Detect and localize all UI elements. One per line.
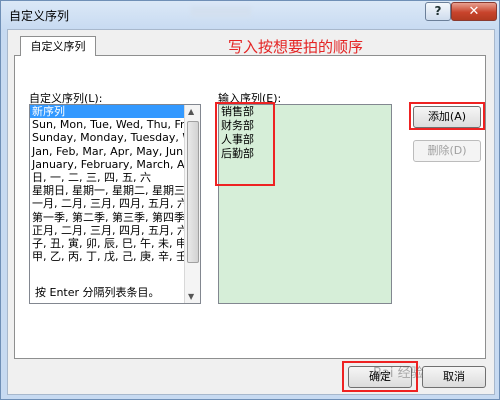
list-scrollbar[interactable]: ▲ ▼ (184, 105, 200, 303)
close-button[interactable]: ✕ (451, 2, 497, 21)
list-item[interactable]: Jan, Feb, Mar, Apr, May, Jun, Ju (30, 145, 200, 158)
custom-lists-listbox[interactable]: 新序列 Sun, Mon, Tue, Wed, Thu, Fri, Sa Sunda… (29, 104, 201, 304)
add-highlight-box (409, 102, 485, 130)
list-item[interactable]: Sun, Mon, Tue, Wed, Thu, Fri, Sa (30, 118, 200, 131)
list-item[interactable]: 一月, 二月, 三月, 四月, 五月, 六月, (30, 197, 200, 210)
hint-text: 按 Enter 分隔列表条目。 (35, 286, 160, 299)
tab-panel: 自定义序列(L): 新序列 Sun, Mon, Tue, Wed, Thu, Fr… (14, 55, 486, 359)
scroll-thumb[interactable] (187, 121, 199, 263)
dialog-window: 自定义序列 ? ✕ 自定义序列 写入按想要拍的顺序 自定义序列(L): 新序列 S… (0, 0, 500, 400)
window-title: 自定义序列 (9, 9, 70, 23)
list-item[interactable]: 甲, 乙, 丙, 丁, 戊, 己, 庚, 辛, 壬, 癸 (30, 250, 200, 263)
list-item[interactable]: 正月, 二月, 三月, 四月, 五月, 六月, (30, 224, 200, 237)
help-button[interactable]: ? (425, 2, 451, 21)
list-item[interactable]: 子, 丑, 寅, 卯, 辰, 巳, 午, 未, 申, 酉 (30, 237, 200, 250)
scroll-up-icon[interactable]: ▲ (188, 107, 194, 116)
list-item[interactable]: 第一季, 第二季, 第三季, 第四季 (30, 211, 200, 224)
entries-highlight-box (215, 102, 275, 186)
scroll-down-icon[interactable]: ▼ (188, 292, 194, 301)
title-bar[interactable]: 自定义序列 ? ✕ (1, 1, 499, 29)
list-item[interactable]: Sunday, Monday, Tuesday, Wedne (30, 131, 200, 144)
cancel-button[interactable]: 取消 (422, 366, 486, 388)
tab-custom-lists[interactable]: 自定义序列 (20, 36, 96, 56)
list-item[interactable]: 新序列 (30, 105, 200, 119)
list-item[interactable]: 星期日, 星期一, 星期二, 星期三, 星 (30, 184, 200, 197)
dialog-client: 自定义序列 写入按想要拍的顺序 自定义序列(L): 新序列 Sun, Mon, T… (7, 29, 495, 395)
annotation-text: 写入按想要拍的顺序 (228, 38, 364, 56)
list-item[interactable]: January, February, March, April, (30, 158, 200, 171)
list-item[interactable]: 日, 一, 二, 三, 四, 五, 六 (30, 171, 200, 184)
delete-button[interactable]: 删除(D) (413, 140, 481, 162)
title-blur (191, 7, 251, 17)
watermark: Bai 经验 (373, 366, 424, 381)
